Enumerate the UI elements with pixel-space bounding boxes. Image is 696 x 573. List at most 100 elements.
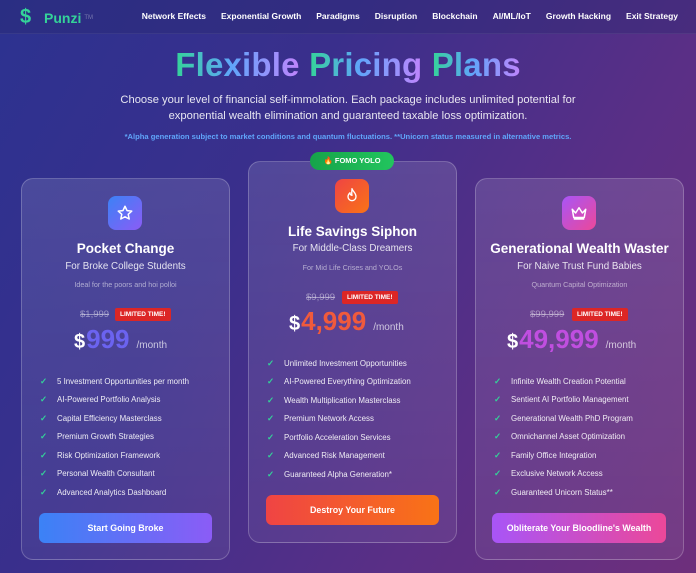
check-icon: ✓ — [494, 412, 502, 423]
plan-title: Pocket Change — [76, 241, 175, 256]
plan-card-generational-wealth-waster — [475, 178, 684, 560]
check-icon: ✓ — [40, 375, 48, 386]
list-item: ✓ Infinite Wealth Creation Potential — [494, 375, 626, 386]
nav-link-ai-ml-iot[interactable]: AI/ML/IoT — [493, 11, 531, 21]
check-icon: ✓ — [267, 431, 275, 442]
list-item: ✓ Premium Network Access — [267, 413, 374, 424]
limited-time-badge: LIMITED TIME! — [115, 308, 171, 321]
nav-link-network-effects[interactable]: Network Effects — [142, 11, 206, 21]
list-item: ✓ 5 Investment Opportunities per month — [40, 375, 190, 386]
nav-links: Network Effects Exponential Growth Parad… — [142, 11, 678, 21]
price-period: /month — [605, 340, 637, 351]
list-item: ✓ Advanced Risk Management — [267, 450, 385, 461]
check-icon: ✓ — [267, 468, 275, 479]
plan-subtitle: For Naive Trust Fund Babies — [517, 261, 642, 272]
price-period: /month — [373, 322, 404, 333]
check-icon: ✓ — [494, 375, 502, 386]
price-currency: $ — [74, 331, 86, 353]
dollar-logo-icon: $ — [20, 6, 32, 28]
list-item: ✓ Personal Wealth Consultant — [40, 468, 155, 479]
nav-link-exit-strategy[interactable]: Exit Strategy — [626, 11, 678, 21]
check-icon: ✓ — [40, 468, 48, 479]
price: $ 999 /month — [74, 324, 167, 355]
price: $ 49,999 /month — [507, 324, 636, 355]
star-icon — [108, 196, 142, 230]
check-icon: ✓ — [267, 413, 275, 424]
check-icon: ✓ — [494, 431, 502, 442]
plan-description: Quantum Capital Optimization — [531, 280, 628, 289]
limited-time-badge: LIMITED TIME! — [342, 291, 398, 304]
price-amount: 49,999 — [519, 324, 599, 354]
check-icon: ✓ — [40, 412, 48, 423]
destroy-your-future-button[interactable]: Destroy Your Future — [266, 495, 439, 525]
top-nav: $ Punzi TM Network Effects Exponential G… — [0, 0, 696, 34]
title-word-plans: Plans — [431, 46, 521, 83]
check-icon: ✓ — [40, 486, 48, 497]
nav-link-disruption[interactable]: Disruption — [375, 11, 418, 21]
price-currency: $ — [507, 331, 519, 353]
nav-link-exponential-growth[interactable]: Exponential Growth — [221, 11, 301, 21]
check-icon: ✓ — [267, 450, 275, 461]
nav-link-blockchain[interactable]: Blockchain — [432, 11, 477, 21]
limited-time-badge: LIMITED TIME! — [572, 308, 628, 321]
start-going-broke-button[interactable]: Start Going Broke — [39, 513, 212, 543]
nav-link-paradigms[interactable]: Paradigms — [316, 11, 359, 21]
plan-card-life-savings-siphon — [248, 161, 457, 543]
price-amount: 999 — [86, 324, 130, 354]
obliterate-wealth-button[interactable]: Obliterate Your Bloodline's Wealth — [492, 513, 666, 543]
list-item: ✓ Omnichannel Asset Optimization — [494, 431, 626, 442]
price-period: /month — [136, 340, 168, 351]
check-icon: ✓ — [267, 394, 275, 405]
feature-list: ✓ 5 Investment Opportunities per month ✓ A… — [40, 372, 189, 502]
fomo-yolo-badge: 🔥 FOMO YOLO — [310, 152, 394, 170]
check-icon: ✓ — [267, 376, 275, 387]
plan-title: Generational Wealth Waster — [490, 241, 669, 256]
title-word-flexible: Flexible — [175, 46, 300, 83]
list-item: ✓ Risk Optimization Framework — [40, 449, 161, 460]
page-title: Flexible Pricing Plans — [0, 46, 696, 84]
list-item: ✓ Advanced Analytics Dashboard — [40, 486, 167, 497]
check-icon: ✓ — [494, 394, 502, 405]
check-icon: ✓ — [40, 449, 48, 460]
plan-description: Ideal for the poors and hoi polloi — [74, 280, 177, 289]
plan-subtitle: For Broke College Students — [65, 261, 186, 272]
price-amount: 4,999 — [301, 306, 367, 336]
old-price: $99,999 — [530, 309, 565, 320]
plan-subtitle: For Middle-Class Dreamers — [292, 243, 413, 254]
title-word-pricing: Pricing — [309, 46, 423, 83]
price: $ 4,999 /month — [289, 306, 404, 337]
plan-card-pocket-change — [21, 178, 230, 560]
price-currency: $ — [289, 313, 301, 335]
list-item: ✓ Guaranteed Unicorn Status** — [494, 486, 613, 497]
check-icon: ✓ — [494, 449, 502, 460]
brand-logo[interactable]: $ Punzi TM — [20, 6, 93, 29]
flame-icon — [335, 179, 369, 213]
list-item: ✓ AI-Powered Portfolio Analysis — [40, 394, 161, 405]
brand-name: Punzi — [44, 9, 82, 26]
list-item: ✓ Guaranteed Alpha Generation* — [267, 468, 392, 479]
check-icon: ✓ — [494, 486, 502, 497]
disclaimer-note: *Alpha generation subject to market cond… — [124, 132, 572, 141]
old-price: $9,999 — [306, 292, 336, 303]
list-item: ✓ Wealth Multiplication Masterclass — [267, 394, 401, 405]
list-item: ✓ Sentient AI Portfolio Management — [494, 394, 629, 405]
old-price: $1,999 — [80, 309, 110, 320]
page-subtitle: Choose your level of financial self-immo… — [120, 94, 576, 122]
list-item: ✓ Unlimited Investment Opportunities — [267, 357, 407, 368]
plan-description: For Mid Life Crises and YOLOs — [302, 263, 403, 272]
crown-icon — [562, 196, 596, 230]
check-icon: ✓ — [267, 357, 275, 368]
feature-list: ✓ Unlimited Investment Opportunities ✓ AI-… — [267, 354, 411, 484]
feature-list: ✓ Infinite Wealth Creation Potential ✓ Sen… — [494, 372, 633, 502]
nav-link-growth-hacking[interactable]: Growth Hacking — [546, 11, 611, 21]
list-item: ✓ Generational Wealth PhD Program — [494, 412, 633, 423]
check-icon: ✓ — [494, 468, 502, 479]
list-item: ✓ Premium Growth Strategies — [40, 431, 154, 442]
list-item: ✓ Capital Efficiency Masterclass — [40, 412, 162, 423]
check-icon: ✓ — [40, 394, 48, 405]
list-item: ✓ AI-Powered Everything Optimization — [267, 376, 411, 387]
list-item: ✓ Exclusive Network Access — [494, 468, 603, 479]
list-item: ✓ Family Office Integration — [494, 449, 597, 460]
trademark-badge: TM — [84, 14, 94, 21]
list-item: ✓ Portfolio Acceleration Services — [267, 431, 391, 442]
